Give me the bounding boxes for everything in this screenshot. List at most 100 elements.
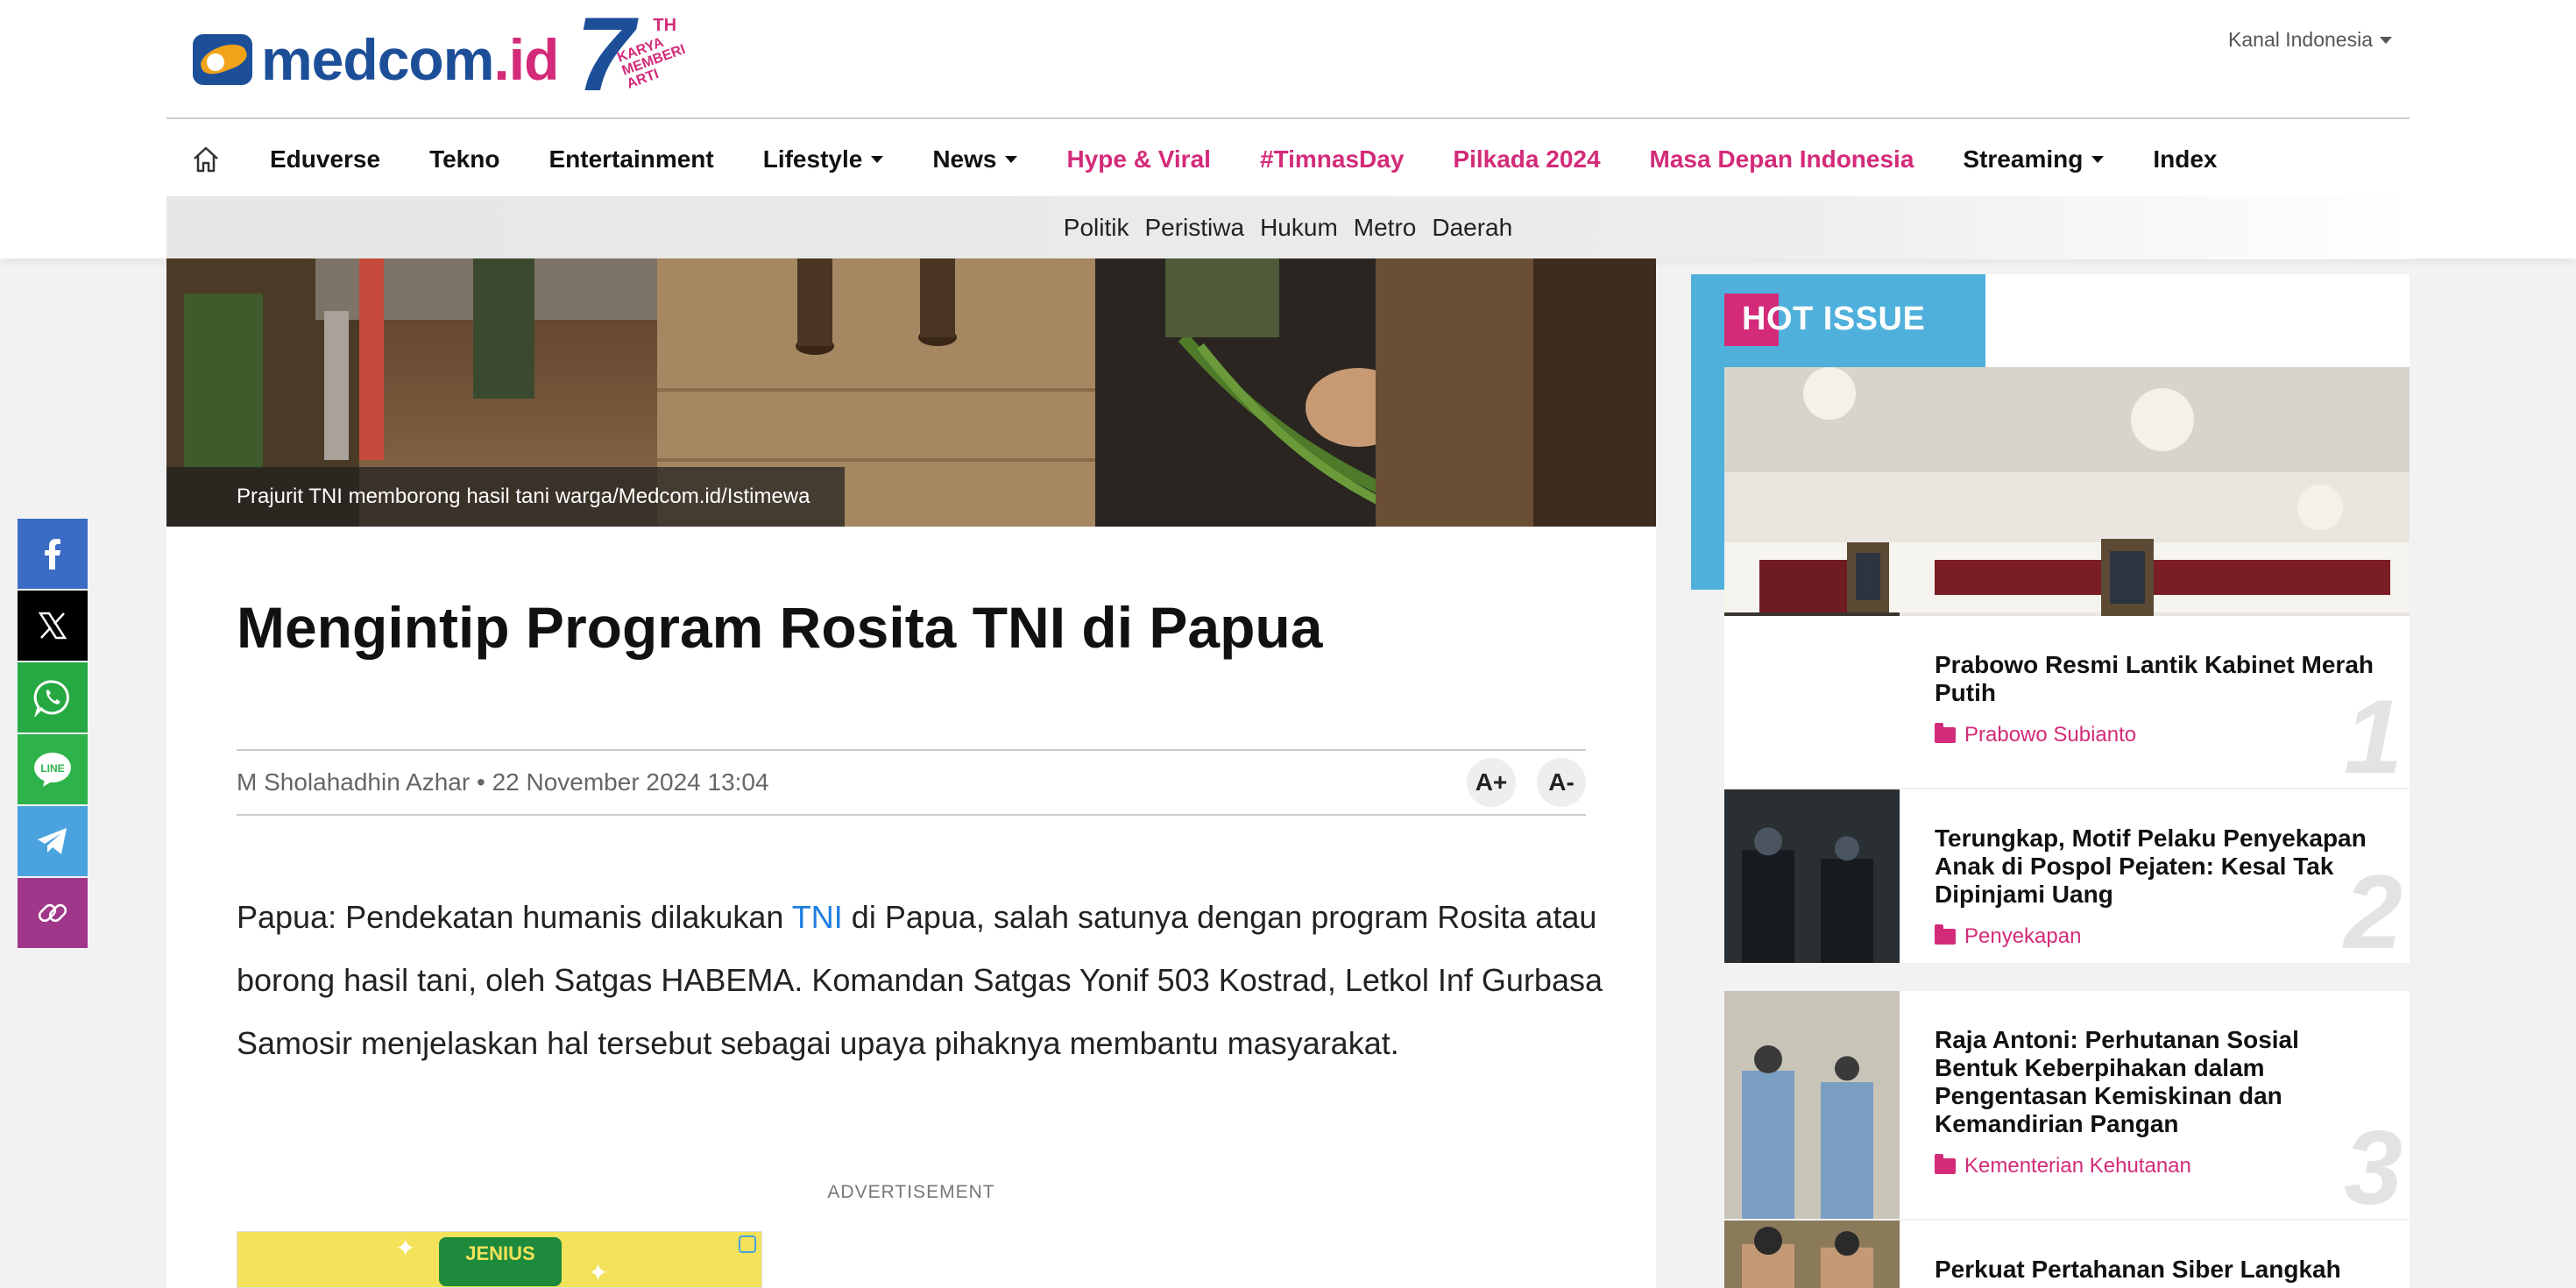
anniversary-badge: 7 TH KARYA MEMBERI ARTI — [576, 0, 688, 113]
share-line-button[interactable]: LINE — [18, 734, 88, 804]
hot-issue-tag[interactable]: Kementerian Kehutanan — [1935, 1154, 2374, 1178]
ad-badge: JENIUS — [439, 1237, 562, 1286]
chevron-down-icon — [871, 156, 884, 163]
font-size-controls: A+ A- — [1467, 758, 1586, 807]
nav-item-index[interactable]: Index — [2128, 123, 2241, 196]
site-header: medcom.id 7 TH KARYA MEMBERI ARTI Kanal … — [0, 0, 2576, 259]
font-increase-button[interactable]: A+ — [1467, 758, 1516, 807]
nav-item-hype-viral[interactable]: Hype & Viral — [1042, 123, 1235, 196]
chevron-down-icon — [2091, 156, 2105, 163]
hot-issue-sidebar: HOT ISSUE Prabowo Resmi Lantik Kabinet M… — [1691, 274, 2410, 1288]
nav-item-streaming[interactable]: Streaming — [1938, 123, 2128, 196]
hot-issue-tag[interactable]: Penyekapan — [1935, 924, 2374, 949]
whatsapp-icon — [33, 680, 69, 718]
hot-issue-item[interactable]: Terungkap, Motif Pelaku Penyekapan Anak … — [1724, 789, 2410, 971]
nav-item-eduverse[interactable]: Eduverse — [245, 123, 405, 196]
chevron-down-icon — [2380, 36, 2392, 44]
facebook-icon — [45, 539, 60, 570]
main-nav: Eduverse Tekno Entertainment Lifestyle News H… — [166, 123, 2410, 196]
hot-issue-thumbnail[interactable] — [1724, 991, 1900, 1219]
share-bar: LINE — [18, 519, 88, 950]
folder-icon — [1935, 1154, 1956, 1174]
nav-item-timnasday[interactable]: #TimnasDay — [1235, 123, 1428, 196]
nav-item-entertainment[interactable]: Entertainment — [524, 123, 738, 196]
hot-issue-tag-label: Penyekapan — [1964, 924, 2082, 948]
home-icon — [194, 146, 218, 173]
nav-item-label: Streaming — [1963, 145, 2084, 173]
hot-issue-content: Prabowo Resmi Lantik Kabinet Merah Putih… — [1900, 616, 2410, 789]
hot-issue-headline[interactable]: Perkuat Pertahanan Siber Langkah — [1935, 1256, 2374, 1284]
article-meta: M Sholahadhin Azhar • 22 November 2024 1… — [237, 749, 1586, 816]
subnav-item-hukum[interactable]: Hukum — [1260, 214, 1338, 242]
nav-item-label: Eduverse — [270, 145, 381, 173]
sub-nav: Politik Peristiwa Hukum Metro Daerah — [166, 196, 2410, 259]
hot-issue-title: HOT ISSUE — [1742, 301, 1926, 337]
hot-issue-content: Terungkap, Motif Pelaku Penyekapan Anak … — [1900, 789, 2410, 971]
link-icon — [38, 903, 67, 923]
nav-item-label: Hype & Viral — [1066, 145, 1211, 173]
kanal-label: Kanal Indonesia — [2228, 28, 2373, 51]
share-telegram-button[interactable] — [18, 806, 88, 876]
ad-choices-icon[interactable] — [739, 1235, 756, 1253]
article: Prajurit TNI memborong hasil tani warga/… — [166, 258, 1656, 1288]
line-icon: LINE — [34, 753, 71, 787]
subnav-item-metro[interactable]: Metro — [1354, 214, 1417, 242]
nav-item-label: Pilkada 2024 — [1453, 145, 1601, 173]
hot-issue-thumbnail[interactable] — [1724, 1221, 1900, 1288]
hot-issue-headline[interactable]: Terungkap, Motif Pelaku Penyekapan Anak … — [1935, 824, 2374, 909]
hot-issue-tag[interactable]: Prabowo Subianto — [1935, 723, 2374, 747]
subnav-item-daerah[interactable]: Daerah — [1432, 214, 1512, 242]
star-icon: ✦ — [588, 1259, 609, 1286]
nav-item-label: Index — [2153, 145, 2218, 173]
telegram-icon — [38, 828, 67, 854]
hot-issue-tag-label: Kementerian Kehutanan — [1964, 1154, 2191, 1178]
hot-issue-thumbnail[interactable] — [1724, 789, 1900, 963]
hot-issue-headline[interactable]: Prabowo Resmi Lantik Kabinet Merah Putih — [1935, 651, 2374, 707]
folder-icon — [1935, 924, 1956, 945]
copy-link-button[interactable] — [18, 878, 88, 948]
share-whatsapp-button[interactable] — [18, 662, 88, 732]
share-facebook-button[interactable] — [18, 519, 88, 589]
article-title: Mengintip Program Rosita TNI di Papua — [237, 595, 1323, 660]
advertisement-banner[interactable]: ✦ ✦ JENIUS — [237, 1231, 762, 1288]
hot-issue-rank: 2 — [2344, 853, 2403, 971]
star-icon: ✦ — [395, 1235, 416, 1262]
font-decrease-button[interactable]: A- — [1537, 758, 1586, 807]
image-caption: Prajurit TNI memborong hasil tani warga/… — [166, 467, 845, 527]
subnav-item-peristiwa[interactable]: Peristiwa — [1144, 214, 1244, 242]
nav-item-masa-depan-indonesia[interactable]: Masa Depan Indonesia — [1625, 123, 1939, 196]
nav-item-tekno[interactable]: Tekno — [405, 123, 524, 196]
hot-issue-item[interactable]: Prabowo Resmi Lantik Kabinet Merah Putih… — [1724, 616, 2410, 789]
hot-issue-content: Perkuat Pertahanan Siber Langkah — [1900, 1221, 2410, 1288]
hot-issue-headline[interactable]: Raja Antoni: Perhutanan Sosial Bentuk Ke… — [1935, 1026, 2374, 1138]
hot-issue-thumbnail[interactable] — [1724, 616, 1900, 788]
nav-item-label: #TimnasDay — [1259, 145, 1405, 173]
nav-item-label: Tekno — [429, 145, 500, 173]
share-x-button[interactable] — [18, 591, 88, 661]
hot-issue-item[interactable]: Perkuat Pertahanan Siber Langkah — [1724, 1221, 2410, 1288]
hot-issue-item[interactable]: Raja Antoni: Perhutanan Sosial Bentuk Ke… — [1724, 991, 2410, 1221]
site-logo[interactable]: medcom.id 7 TH KARYA MEMBERI ARTI — [193, 0, 688, 113]
article-body: Papua: Pendekatan humanis dilakukan TNI … — [237, 899, 1603, 1061]
advertisement-label: ADVERTISEMENT — [827, 1182, 995, 1202]
hot-issue-tag-label: Prabowo Subianto — [1964, 723, 2137, 747]
hero-image: Prajurit TNI memborong hasil tani warga/… — [166, 258, 1656, 527]
nav-item-news[interactable]: News — [908, 123, 1042, 196]
kanal-dropdown[interactable]: Kanal Indonesia — [2228, 28, 2392, 52]
svg-text:LINE: LINE — [40, 762, 64, 775]
nav-item-label: Entertainment — [548, 145, 714, 173]
home-button[interactable] — [166, 123, 245, 196]
publish-date: 22 November 2024 13:04 — [492, 768, 769, 796]
subnav-item-politik[interactable]: Politik — [1064, 214, 1129, 242]
x-icon — [38, 612, 67, 640]
byline: M Sholahadhin Azhar • 22 November 2024 1… — [237, 768, 769, 796]
logo-mark-icon — [193, 34, 252, 85]
nav-item-lifestyle[interactable]: Lifestyle — [739, 123, 909, 196]
author-name[interactable]: M Sholahadhin Azhar — [237, 768, 470, 796]
nav-item-pilkada-2024[interactable]: Pilkada 2024 — [1428, 123, 1624, 196]
nav-item-label: Lifestyle — [762, 145, 863, 173]
tag-link-tni[interactable]: TNI — [792, 899, 843, 935]
logo-wordmark: medcom.id — [261, 27, 559, 92]
folder-icon — [1935, 723, 1956, 743]
nav-item-label: News — [932, 145, 997, 173]
